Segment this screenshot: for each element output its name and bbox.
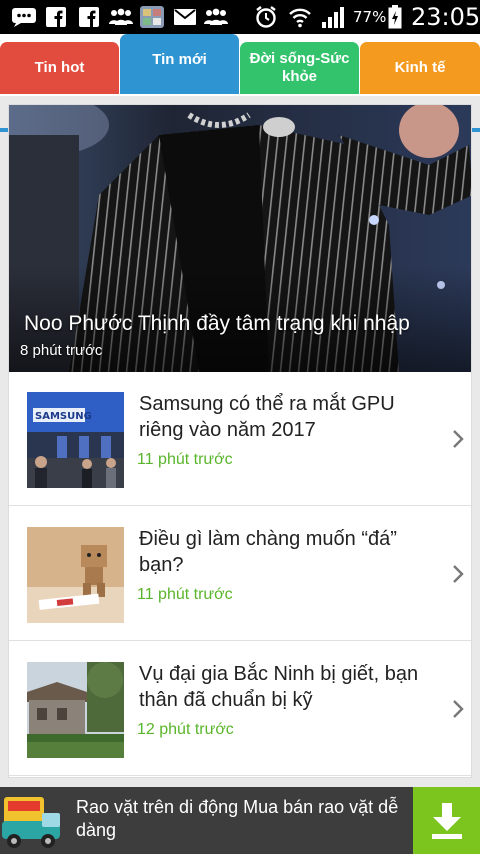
- download-button[interactable]: [413, 787, 480, 854]
- download-icon: [431, 802, 462, 839]
- group-icon: [108, 6, 134, 28]
- article-title: Samsung có thể ra mắt GPU riêng vào năm …: [139, 393, 395, 441]
- article-title: Vụ đại gia Bắc Ninh bị giết, bạn thân đã…: [139, 663, 419, 711]
- article-time: 11 phút trước: [137, 451, 233, 468]
- tab-label: Tin mới: [152, 51, 207, 68]
- article-thumbnail: [27, 527, 124, 623]
- alarm-icon: [254, 6, 278, 28]
- tab-kinh-te[interactable]: Kinh tế: [360, 42, 480, 94]
- battery-icon: [387, 5, 403, 29]
- tab-label: Đời sống-Sức khỏe: [249, 50, 350, 85]
- list-item[interactable]: Điều gì làm chàng muốn “đá” bạn? 11 phút…: [9, 507, 471, 641]
- chat-icon: [10, 6, 38, 28]
- email-icon: [173, 6, 197, 28]
- chevron-right-icon: [453, 565, 464, 583]
- tab-label: Tin hot: [34, 59, 85, 76]
- app-icon: [140, 6, 164, 28]
- article-thumbnail: SAMSUNG: [27, 392, 124, 488]
- chevron-right-icon: [453, 700, 464, 718]
- news-list: Noo Phước Thịnh đầy tâm trạng khi nhập 8…: [8, 104, 472, 778]
- list-item[interactable]: SAMSUNG Samsung có thể ra mắt GPU riêng …: [9, 372, 471, 506]
- facebook-icon: [45, 6, 67, 28]
- group-icon: [203, 6, 229, 28]
- truck-logo-icon: [0, 791, 66, 853]
- svg-text:SAMSUNG: SAMSUNG: [35, 411, 92, 422]
- featured-title: Noo Phước Thịnh đầy tâm trạng khi nhập: [24, 312, 410, 335]
- featured-article[interactable]: Noo Phước Thịnh đầy tâm trạng khi nhập 8…: [9, 105, 471, 372]
- ad-text: Rao vặt trên di động Mua bán rao vặt dễ …: [76, 797, 399, 840]
- ad-banner[interactable]: Rao vặt trên di động Mua bán rao vặt dễ …: [0, 787, 480, 854]
- featured-time: 8 phút trước: [20, 342, 103, 359]
- tab-doi-song-suc-khoe[interactable]: Đời sống-Sức khỏe: [240, 42, 359, 94]
- clock: 23:05: [411, 3, 480, 31]
- list-item[interactable]: Vụ đại gia Bắc Ninh bị giết, bạn thân đã…: [9, 642, 471, 776]
- wifi-icon: [287, 6, 313, 28]
- tab-tin-hot[interactable]: Tin hot: [0, 42, 119, 94]
- status-bar: 77% 23:05: [0, 0, 480, 34]
- article-title: Điều gì làm chàng muốn “đá” bạn?: [139, 528, 397, 576]
- facebook-icon: [78, 6, 100, 28]
- tab-label: Kinh tế: [394, 59, 446, 76]
- category-tabs: Tin hot Tin mới Đời sống-Sức khỏe Kinh t…: [0, 34, 480, 132]
- battery-percent: 77%: [353, 8, 387, 26]
- article-time: 12 phút trước: [137, 721, 234, 738]
- article-thumbnail: [27, 662, 124, 758]
- signal-icon: [320, 6, 346, 28]
- article-time: 11 phút trước: [137, 586, 233, 603]
- tab-tin-moi[interactable]: Tin mới: [120, 34, 239, 94]
- chevron-right-icon: [453, 430, 464, 448]
